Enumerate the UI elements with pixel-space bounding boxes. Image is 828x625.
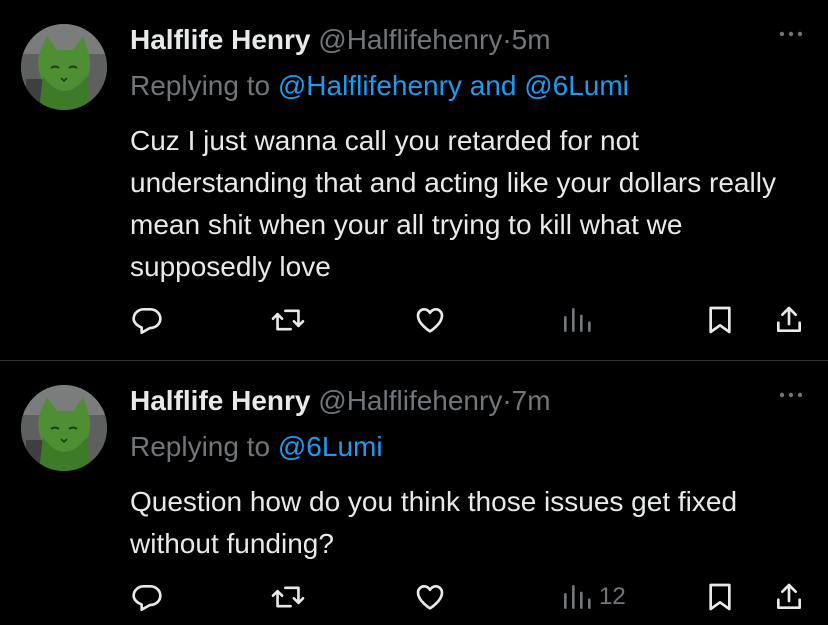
like-icon: [414, 581, 446, 613]
bookmark-button[interactable]: [705, 577, 735, 617]
share-button[interactable]: [773, 577, 805, 617]
like-button[interactable]: [414, 300, 446, 340]
share-icon: [773, 581, 805, 613]
mention-link[interactable]: @6Lumi: [278, 431, 383, 462]
avatar[interactable]: [21, 24, 107, 110]
views-button[interactable]: [561, 300, 599, 340]
author-name[interactable]: Halflife Henry: [130, 385, 311, 416]
tweet-text: Question how do you think those issues g…: [130, 486, 738, 559]
reply-icon: [131, 304, 163, 336]
tweet-header: Halflife Henry @Halflifehenry·5m: [130, 22, 551, 58]
repost-button[interactable]: [271, 577, 305, 617]
share-icon: [773, 304, 805, 336]
views-icon: [561, 304, 591, 336]
action-bar: 12: [0, 577, 828, 617]
tweet-header: Halflife Henry @Halflifehenry·7m: [130, 383, 551, 419]
repost-icon: [271, 304, 305, 336]
repost-button[interactable]: [271, 300, 305, 340]
more-icon[interactable]: [776, 385, 806, 405]
timestamp[interactable]: 5m: [512, 24, 551, 55]
mention-link[interactable]: @6Lumi: [524, 70, 629, 101]
bookmark-icon: [705, 581, 735, 613]
views-button[interactable]: 12: [561, 577, 626, 617]
like-icon: [414, 304, 446, 336]
replying-prefix: Replying to: [130, 431, 271, 462]
reply-button[interactable]: [131, 300, 163, 340]
repost-icon: [271, 581, 305, 613]
reply-button[interactable]: [131, 577, 163, 617]
like-button[interactable]: [414, 577, 446, 617]
author-handle[interactable]: @Halflifehenry: [318, 385, 502, 416]
replying-to: Replying to @Halflifehenry and @6Lumi: [130, 68, 629, 104]
replying-prefix: Replying to: [130, 70, 271, 101]
views-count: 12: [599, 583, 626, 610]
tweet[interactable]: Halflife Henry @Halflifehenry·7m Replyin…: [0, 361, 828, 625]
bookmark-button[interactable]: [705, 300, 735, 340]
avatar[interactable]: [21, 385, 107, 471]
replying-joiner[interactable]: and: [470, 70, 517, 101]
views-icon: [561, 581, 591, 613]
separator-dot: ·: [502, 24, 512, 55]
tweet-text: Cuz I just wanna call you retarded for n…: [130, 125, 776, 282]
replying-to: Replying to @6Lumi: [130, 429, 383, 465]
mention-link[interactable]: @Halflifehenry: [278, 70, 462, 101]
more-icon[interactable]: [776, 24, 806, 44]
timestamp[interactable]: 7m: [512, 385, 551, 416]
separator-dot: ·: [502, 385, 512, 416]
tweet[interactable]: Halflife Henry @Halflifehenry·5m Replyin…: [0, 0, 828, 360]
bookmark-icon: [705, 304, 735, 336]
author-name[interactable]: Halflife Henry: [130, 24, 311, 55]
reply-icon: [131, 581, 163, 613]
author-handle[interactable]: @Halflifehenry: [318, 24, 502, 55]
action-bar: [0, 300, 828, 340]
share-button[interactable]: [773, 300, 805, 340]
